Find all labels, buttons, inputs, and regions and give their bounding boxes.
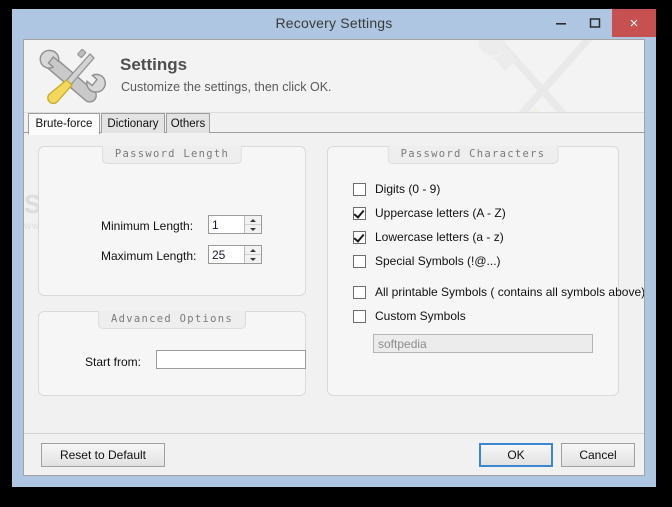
minimum-length-stepper[interactable]	[208, 215, 262, 234]
client-area: Settings Customize the settings, then cl…	[23, 39, 645, 476]
start-from-input[interactable]	[156, 350, 306, 369]
tab-dictionary[interactable]: Dictionary	[101, 113, 165, 134]
maximum-length-input[interactable]	[209, 246, 244, 263]
reset-to-default-button[interactable]: Reset to Default	[41, 443, 165, 467]
title-bar[interactable]: Recovery Settings ×	[12, 9, 656, 39]
minimum-length-increment-icon[interactable]	[245, 216, 261, 225]
checkbox-custom-symbols-box[interactable]	[353, 309, 366, 323]
password-characters-header: Password Characters	[387, 146, 559, 164]
page-subtitle: Customize the settings, then click OK.	[121, 80, 332, 94]
banner-background-tools-icon	[456, 40, 626, 112]
password-characters-group: Password Characters Digits (0 - 9) Upper…	[327, 146, 644, 396]
close-icon[interactable]: ×	[612, 9, 656, 37]
maximum-length-label: Maximum Length:	[101, 249, 197, 263]
minimum-length-label: Minimum Length:	[101, 219, 194, 233]
checkbox-lowercase-label: Lowercase letters (a - z)	[375, 230, 504, 244]
start-from-label: Start from:	[85, 355, 142, 369]
maximum-length-decrement-icon[interactable]	[245, 255, 261, 263]
checkbox-all-printable-symbols-label: All printable Symbols ( contains all sym…	[375, 285, 645, 299]
recovery-settings-window: Recovery Settings × Settings Customize t…	[12, 9, 656, 487]
checkbox-special-symbols-label: Special Symbols (!@...)	[375, 254, 501, 268]
tab-strip: Brute-force Dictionary Others	[24, 113, 644, 135]
checkbox-uppercase[interactable]: Uppercase letters (A - Z)	[353, 206, 506, 220]
cancel-button[interactable]: Cancel	[561, 443, 635, 467]
checkbox-uppercase-label: Uppercase letters (A - Z)	[375, 206, 506, 220]
maximum-length-stepper[interactable]	[208, 245, 262, 264]
checkbox-special-symbols-box[interactable]	[353, 254, 366, 268]
password-length-header: Password Length	[101, 146, 243, 164]
checkbox-lowercase[interactable]: Lowercase letters (a - z)	[353, 230, 504, 244]
maximum-length-spin-buttons	[244, 246, 261, 263]
checkbox-digits-label: Digits (0 - 9)	[375, 182, 441, 196]
minimum-length-spin-buttons	[244, 216, 261, 233]
password-length-group: Password Length Minimum Length: Maximum …	[38, 146, 306, 296]
checkbox-custom-symbols[interactable]: Custom Symbols	[353, 309, 466, 323]
maximum-length-increment-icon[interactable]	[245, 246, 261, 255]
checkbox-digits[interactable]: Digits (0 - 9)	[353, 182, 440, 196]
minimize-icon[interactable]	[544, 9, 578, 37]
tools-icon	[36, 46, 112, 112]
window-controls: ×	[544, 9, 656, 37]
checkbox-custom-symbols-label: Custom Symbols	[375, 309, 466, 323]
custom-symbols-input[interactable]	[373, 334, 593, 353]
minimum-length-decrement-icon[interactable]	[245, 225, 261, 233]
checkbox-uppercase-box[interactable]	[353, 206, 366, 220]
checkbox-all-printable-symbols[interactable]: All printable Symbols ( contains all sym…	[353, 285, 645, 299]
tab-brute-force[interactable]: Brute-force	[28, 113, 100, 135]
checkbox-special-symbols[interactable]: Special Symbols (!@...)	[353, 254, 501, 268]
checkbox-all-printable-symbols-box[interactable]	[353, 285, 366, 299]
checkbox-digits-box[interactable]	[353, 182, 366, 196]
tab-page-brute-force: SOFTPEDIA™ www.softpedia.com Password Le…	[24, 133, 644, 434]
tab-others[interactable]: Others	[166, 113, 210, 134]
ok-button[interactable]: OK	[479, 443, 553, 467]
minimum-length-input[interactable]	[209, 216, 244, 233]
checkbox-lowercase-box[interactable]	[353, 230, 366, 244]
maximize-icon[interactable]	[578, 9, 612, 37]
footer-bar: Reset to Default OK Cancel	[24, 434, 644, 475]
page-title: Settings	[120, 55, 188, 74]
banner: Settings Customize the settings, then cl…	[24, 40, 644, 113]
advanced-options-header: Advanced Options	[98, 311, 246, 329]
advanced-options-group: Advanced Options Start from:	[38, 311, 306, 396]
